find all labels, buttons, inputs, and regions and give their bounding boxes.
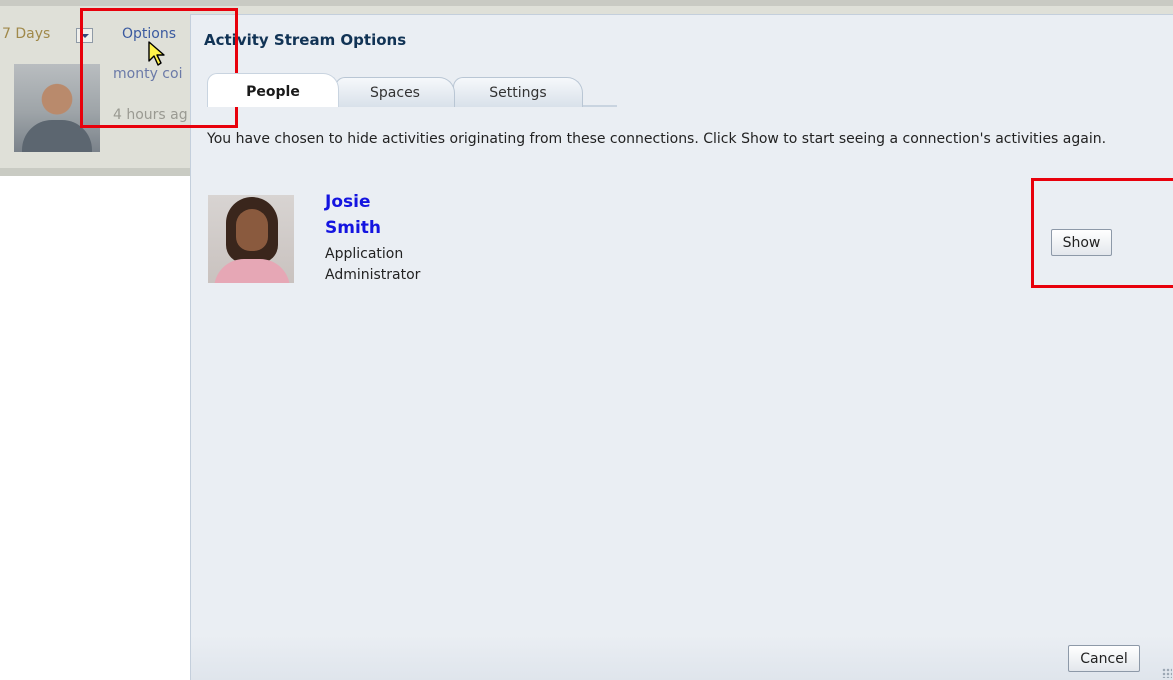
person-role: Application xyxy=(325,246,404,262)
person-first-name-link[interactable]: Josie xyxy=(325,192,370,212)
activity-stream-options-dialog: Activity Stream Options People Spaces Se… xyxy=(190,14,1173,680)
person-avatar[interactable] xyxy=(208,195,294,283)
tab-spaces[interactable]: Spaces xyxy=(335,77,455,107)
tab-strip: People Spaces Settings xyxy=(207,71,617,107)
days-filter-label: 7 Days xyxy=(2,26,51,42)
hidden-connections-message: You have chosen to hide activities origi… xyxy=(207,131,1107,147)
cursor-icon xyxy=(148,41,165,66)
tab-settings[interactable]: Settings xyxy=(453,77,583,107)
options-highlight-box xyxy=(80,8,238,128)
person-role: Administrator xyxy=(325,267,421,283)
tab-people[interactable]: People xyxy=(207,73,339,107)
cancel-button[interactable]: Cancel xyxy=(1068,645,1140,672)
person-last-name-link[interactable]: Smith xyxy=(325,218,381,238)
resize-grip-icon[interactable] xyxy=(1162,668,1172,678)
dialog-footer xyxy=(191,635,1173,680)
show-highlight-box xyxy=(1031,178,1173,288)
